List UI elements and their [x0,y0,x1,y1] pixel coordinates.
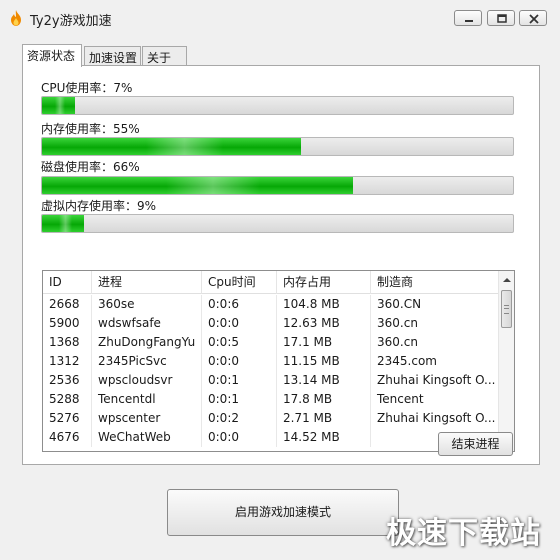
minimize-icon [465,20,473,22]
table-row[interactable]: 5288 Tencentdl 0:0:1 17.8 MB Tencent [43,390,498,409]
virtual-memory-usage-fill [42,215,85,232]
table-body: 2668 360se 0:0:6 104.8 MB 360.CN 5900 wd… [43,295,498,447]
cell-memory: 13.14 MB [277,371,371,390]
cell-process: Tencentdl [92,390,202,409]
cell-id: 5276 [43,409,92,428]
table-row[interactable]: 1312 2345PicSvc 0:0:0 11.15 MB 2345.com [43,352,498,371]
cell-id: 1368 [43,333,92,352]
cpu-usage-label: CPU使用率：7% [41,81,133,95]
end-process-button[interactable]: 结束进程 [438,432,513,456]
cell-manufacturer: 360.cn [377,316,418,330]
disk-usage-bar [41,176,514,195]
cell-manufacturer: Zhuhai Kingsoft O... [377,411,496,425]
virtual-memory-usage-label: 虚拟内存使用率：9% [41,199,157,213]
cell-manufacturer: 360.CN [377,297,422,311]
maximize-icon [497,14,507,23]
cell-id: 5288 [43,390,92,409]
cell-cpu-time: 0:0:6 [202,295,277,314]
cell-process: ZhuDongFangYu [92,333,202,352]
cell-cpu-time: 0:0:1 [202,371,277,390]
cell-process: wdswfsafe [92,314,202,333]
flame-icon [11,10,21,26]
cell-memory: 14.52 MB [277,428,371,447]
enable-game-acceleration-button[interactable]: 启用游戏加速模式 [167,489,399,536]
column-header-memory[interactable]: 内存占用 [277,271,371,294]
cell-manufacturer: 360.cn [377,335,418,349]
column-header-cpu-time[interactable]: Cpu时间 [202,271,277,294]
tab-resource-status[interactable]: 资源状态 [22,44,82,67]
cell-memory: 12.63 MB [277,314,371,333]
cell-manufacturer: 2345.com [377,354,437,368]
title-bar: Ty2y游戏加速 [0,0,560,36]
minimize-button[interactable] [454,10,482,26]
window-title: Ty2y游戏加速 [30,14,112,29]
cell-id: 2668 [43,295,92,314]
column-header-id[interactable]: ID [43,271,92,294]
virtual-memory-usage-bar [41,214,514,233]
table-row[interactable]: 1368 ZhuDongFangYu 0:0:5 17.1 MB 360.cn [43,333,498,352]
table-row[interactable]: 5276 wpscenter 0:0:2 2.71 MB Zhuhai King… [43,409,498,428]
cell-cpu-time: 0:0:2 [202,409,277,428]
cell-memory: 104.8 MB [277,295,371,314]
close-icon [529,14,539,24]
cell-memory: 11.15 MB [277,352,371,371]
cell-memory: 17.8 MB [277,390,371,409]
cell-cpu-time: 0:0:0 [202,314,277,333]
column-header-process[interactable]: 进程 [92,271,202,294]
cell-cpu-time: 0:0:1 [202,390,277,409]
cell-manufacturer: Zhuhai Kingsoft O... [377,373,496,387]
table-row[interactable]: 4676 WeChatWeb 0:0:0 14.52 MB [43,428,498,447]
watermark-logo: 极速下载站 [386,516,541,551]
cell-process: 360se [92,295,202,314]
tab-about[interactable]: 关于 [142,46,187,66]
cell-cpu-time: 0:0:0 [202,352,277,371]
disk-usage-fill [42,177,353,194]
column-header-manufacturer[interactable]: 制造商 [371,271,498,294]
table-row[interactable]: 2668 360se 0:0:6 104.8 MB 360.CN [43,295,498,314]
cell-process: wpscenter [92,409,202,428]
cpu-usage-fill [42,97,75,114]
memory-usage-fill [42,138,302,155]
cpu-usage-bar [41,96,514,115]
cell-process: 2345PicSvc [92,352,202,371]
process-table[interactable]: ID 进程 Cpu时间 内存占用 制造商 2668 360se 0:0:6 10… [42,270,515,452]
cell-id: 2536 [43,371,92,390]
cell-cpu-time: 0:0:5 [202,333,277,352]
resource-status-panel: CPU使用率：7% 内存使用率：55% 磁盘使用率：66% 虚拟内存使用率：9%… [22,65,540,465]
table-row[interactable]: 5900 wdswfsafe 0:0:0 12.63 MB 360.cn [43,314,498,333]
window-client-area: 资源状态 加速设置 关于 CPU使用率：7% 内存使用率：55% 磁盘使用率：6… [0,36,560,560]
cell-cpu-time: 0:0:0 [202,428,277,447]
cell-manufacturer: Tencent [377,392,424,406]
cell-process: wpscloudsvr [92,371,202,390]
maximize-button[interactable] [487,10,515,26]
scroll-up-icon[interactable] [502,275,512,285]
memory-usage-label: 内存使用率：55% [41,122,140,136]
cell-id: 5900 [43,314,92,333]
cell-memory: 2.71 MB [277,409,371,428]
cell-id: 4676 [43,428,92,447]
tab-acceleration-settings[interactable]: 加速设置 [84,46,141,66]
memory-usage-bar [41,137,514,156]
table-row[interactable]: 2536 wpscloudsvr 0:0:1 13.14 MB Zhuhai K… [43,371,498,390]
cell-id: 1312 [43,352,92,371]
scroll-thumb[interactable] [501,290,512,328]
cell-memory: 17.1 MB [277,333,371,352]
table-header: ID 进程 Cpu时间 内存占用 制造商 [43,271,498,294]
cell-process: WeChatWeb [92,428,202,447]
close-button[interactable] [519,10,547,26]
disk-usage-label: 磁盘使用率：66% [41,160,140,174]
table-scrollbar[interactable] [498,271,514,451]
